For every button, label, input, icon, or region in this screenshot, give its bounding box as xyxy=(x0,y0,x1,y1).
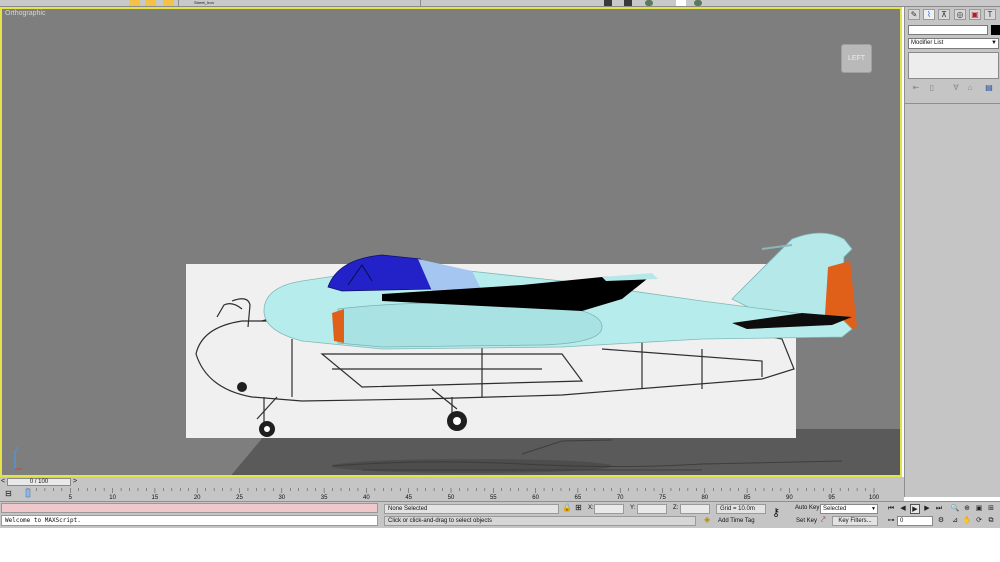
time-configuration-icon[interactable]: ⚙ xyxy=(936,516,946,526)
time-slider-prev[interactable]: < xyxy=(1,478,5,485)
z-coord-field[interactable] xyxy=(680,504,710,514)
status-bar: Welcome to MAXScript. None Selected 🔒 ⊞ … xyxy=(0,501,1000,528)
viewcube-face-label: LEFT xyxy=(847,55,866,62)
frame-display: 0 / 100 xyxy=(29,479,49,485)
go-to-start-icon[interactable]: ⏮ xyxy=(886,504,896,514)
viewport-orthographic[interactable]: Orthographic LEFT z xyxy=(0,7,902,477)
rendered-frame-window-button[interactable] xyxy=(624,0,632,6)
modify-tab[interactable]: ⌇ xyxy=(923,9,935,20)
empty-area xyxy=(0,528,1000,562)
command-panel: ✎ ⌇ ⊼ ◎ ▣ T Modifier List ▼ ⇤ ▯ ∀ ⌂ ▤ xyxy=(904,7,1000,497)
current-frame-marker xyxy=(25,488,31,498)
main-toolbar: Street_Iron xyxy=(0,0,1000,7)
selection-status-text: None Selected xyxy=(388,506,428,512)
track-bar[interactable]: ⊟ 5 10 15 20 25 30 35 40 45 50 55 60 65 70 75 80 85 90 95 1… xyxy=(0,487,904,501)
create-tab[interactable]: ✎ xyxy=(908,9,920,20)
modifier-stack[interactable] xyxy=(908,52,999,79)
prompt-line: Click or click-and-drag to select object… xyxy=(384,516,696,526)
current-frame-value: 0 xyxy=(900,518,904,524)
key-mode-dropdown[interactable]: Selected ▼ xyxy=(820,504,878,514)
prompt-text: Click or click-and-drag to select object… xyxy=(388,518,493,524)
utilities-icon: T xyxy=(987,10,993,19)
render-setup-button[interactable] xyxy=(604,0,612,6)
field-of-view-icon[interactable]: ⊿ xyxy=(950,516,960,526)
render-type-dropdown[interactable] xyxy=(676,0,686,6)
play-icon[interactable]: ▶ xyxy=(910,504,920,514)
time-tag-icon[interactable]: ◈ xyxy=(704,515,710,525)
viewcube[interactable]: LEFT xyxy=(841,44,872,73)
set-key-button[interactable]: Set Key xyxy=(796,518,817,524)
key-filters-button[interactable]: Key Filters... xyxy=(832,516,878,526)
modifier-list-dropdown[interactable]: Modifier List ▼ xyxy=(908,38,999,49)
modify-icon: ⌇ xyxy=(927,10,931,19)
set-key-icon[interactable]: ⚷ xyxy=(772,508,780,519)
panel-divider xyxy=(905,103,1000,104)
select-move-button[interactable] xyxy=(145,0,156,6)
render-production-button[interactable] xyxy=(645,0,653,6)
modifier-list-label: Modifier List xyxy=(911,40,944,46)
hierarchy-tab[interactable]: ⊼ xyxy=(938,9,950,20)
zoom-all-icon[interactable]: ⊕ xyxy=(962,504,972,514)
x-coord-label: X: xyxy=(588,505,594,511)
object-name-field[interactable] xyxy=(908,25,988,35)
z-coord-label: Z: xyxy=(673,505,679,511)
time-slider[interactable]: < 0 / 100 > xyxy=(0,477,904,487)
viewport-label[interactable]: Orthographic xyxy=(5,10,45,17)
grid-size-text: Grid = 10.0m xyxy=(720,506,755,512)
display-tab[interactable]: ▣ xyxy=(969,9,981,20)
motion-icon: ◎ xyxy=(956,10,964,19)
show-end-result-icon[interactable]: ▯ xyxy=(927,83,937,93)
lock-selection-icon[interactable]: 🔒 xyxy=(562,503,572,513)
utilities-tab[interactable]: T xyxy=(984,9,996,20)
maxscript-mini-listener-input[interactable]: Welcome to MAXScript. xyxy=(1,515,378,526)
object-color-swatch[interactable] xyxy=(991,25,1000,35)
configure-modifier-sets-icon[interactable]: ▤ xyxy=(984,83,994,93)
next-frame-icon[interactable]: ▶ xyxy=(922,504,932,514)
chevron-down-icon: ▼ xyxy=(871,506,876,512)
go-to-end-icon[interactable]: ⏭ xyxy=(934,504,944,514)
maximize-viewport-icon[interactable]: ⧉ xyxy=(986,516,996,526)
chevron-down-icon: ▼ xyxy=(991,40,997,46)
absolute-mode-icon[interactable]: ⊞ xyxy=(575,503,582,513)
zoom-icon[interactable]: 🔍 xyxy=(950,504,960,514)
named-selection-set[interactable]: Street_Iron xyxy=(194,0,234,6)
axis-tripod-icon: z xyxy=(14,447,22,470)
track-ruler: 5 10 15 20 25 30 35 40 45 50 55 60 65 70 75 80 85 90 95 100 xyxy=(25,488,880,501)
key-mode-value: Selected xyxy=(823,506,847,512)
axis-z-label: z xyxy=(15,447,18,453)
hierarchy-icon: ⊼ xyxy=(941,10,947,19)
zoom-extents-icon[interactable]: ▣ xyxy=(974,504,984,514)
select-object-button[interactable] xyxy=(129,0,140,6)
selection-status: None Selected xyxy=(384,504,559,514)
aircraft-model xyxy=(263,232,857,350)
remove-modifier-icon[interactable]: ⌂ xyxy=(965,83,975,93)
maxscript-text: Welcome to MAXScript. xyxy=(5,517,81,524)
auto-key-button[interactable]: Auto Key xyxy=(795,505,819,511)
pin-stack-icon[interactable]: ⇤ xyxy=(911,83,921,93)
y-coord-label: Y: xyxy=(630,505,636,511)
grid-size-display: Grid = 10.0m xyxy=(716,504,766,514)
current-frame-spinner[interactable]: 0 xyxy=(897,516,933,526)
maxscript-mini-listener-output[interactable] xyxy=(1,503,378,513)
orbit-icon[interactable]: ⟳ xyxy=(974,516,984,526)
x-coord-field[interactable] xyxy=(594,504,624,514)
motion-tab[interactable]: ◎ xyxy=(954,9,966,20)
previous-frame-icon[interactable]: ◀ xyxy=(898,504,908,514)
add-time-tag-button[interactable]: Add Time Tag xyxy=(718,518,755,524)
time-slider-thumb[interactable]: 0 / 100 xyxy=(7,478,71,486)
default-in-out-tangents-icon[interactable]: ⤤ xyxy=(821,515,826,525)
zoom-extents-all-icon[interactable]: ⊞ xyxy=(986,504,996,514)
make-unique-icon[interactable]: ∀ xyxy=(951,83,961,93)
display-icon: ▣ xyxy=(971,10,979,19)
pan-view-icon[interactable]: ✋ xyxy=(962,516,972,526)
key-filters-label: Key Filters... xyxy=(838,518,872,524)
key-mode-toggle-icon[interactable]: ⊶ xyxy=(886,516,896,526)
create-icon: ✎ xyxy=(910,10,918,19)
quick-render-button[interactable] xyxy=(694,0,702,6)
time-slider-next[interactable]: > xyxy=(73,478,77,485)
y-coord-field[interactable] xyxy=(637,504,667,514)
scene-render xyxy=(186,232,900,475)
select-rotate-button[interactable] xyxy=(163,0,174,6)
